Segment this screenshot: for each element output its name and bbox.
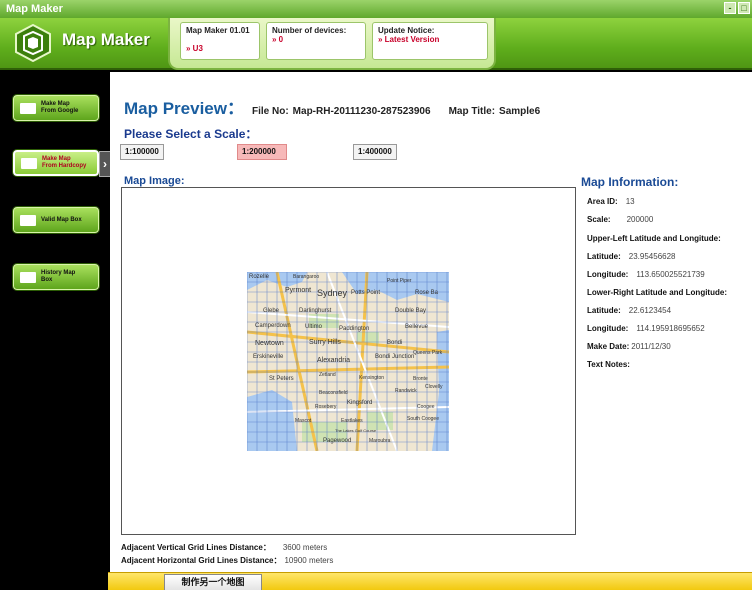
map-place-label: Beaconsfield bbox=[319, 390, 348, 396]
ul-longitude-row: Longitude: 113.650025521739 bbox=[587, 270, 705, 279]
upper-left-heading: Upper-Left Latitude and Longitude: bbox=[587, 234, 721, 243]
map-place-label: Pagewood bbox=[323, 438, 351, 444]
update-label: Update Notice: bbox=[378, 26, 435, 35]
sidebar-item-history-map-box[interactable]: History Map Box bbox=[13, 264, 99, 290]
maximize-button[interactable]: □ bbox=[738, 2, 750, 14]
map-place-label: Bronte bbox=[413, 376, 428, 382]
area-id-row: Area ID: 13 bbox=[587, 197, 635, 206]
map-place-label: Queens Park bbox=[413, 350, 443, 356]
version-label: Map Maker 01.01 bbox=[186, 26, 250, 35]
map-title-value: Sample6 bbox=[499, 106, 541, 117]
sidebar-item-label: Valid Map Box bbox=[41, 216, 82, 223]
devices-value: » 0 bbox=[272, 35, 284, 44]
map-place-label: Clovelly bbox=[425, 384, 443, 390]
map-place-label: Erskineville bbox=[253, 354, 284, 360]
map-place-label: Rosebery bbox=[315, 404, 337, 410]
version-value: » U3 bbox=[186, 44, 203, 53]
sidebar-item-make-map-from-hardcopy[interactable]: Make Map From Hardcopy bbox=[13, 150, 99, 176]
scale-select-title: Please Select a Scale： bbox=[124, 127, 258, 141]
map-place-label: Randwick bbox=[395, 388, 417, 394]
ul-latitude-row: Latitude: 23.95456628 bbox=[587, 252, 676, 261]
map-place-label: Rose Ba bbox=[415, 290, 439, 296]
map-place-label: Zetland bbox=[319, 372, 336, 378]
scale-button-400000[interactable]: 1:400000 bbox=[353, 144, 397, 160]
lr-longitude-row: Longitude: 114.195918695652 bbox=[587, 324, 705, 333]
map-place-label: Point Piper bbox=[387, 278, 412, 284]
footer-bar: 制作另一个地图 bbox=[108, 572, 752, 590]
horizontal-grid-distance: Adjacent Horizontal Grid Lines Distance：… bbox=[121, 556, 334, 565]
scale-button-200000[interactable]: 1:200000 bbox=[237, 144, 287, 160]
app-header: Map Maker Map Maker 01.01 » U3 Number of… bbox=[0, 18, 752, 70]
sidebar-item-label: Make Map From Hardcopy bbox=[42, 156, 87, 169]
update-box: Update Notice: » Latest Version bbox=[372, 22, 488, 60]
sidebar-item-label: Make Map From Google bbox=[41, 101, 79, 114]
devices-label: Number of devices: bbox=[272, 26, 347, 35]
title-bar: Map Maker - □ bbox=[0, 0, 752, 18]
scale-row: Scale: 200000 bbox=[587, 215, 654, 224]
folder-icon bbox=[20, 102, 36, 114]
sidebar-item-label: History Map Box bbox=[41, 270, 76, 283]
make-another-map-button[interactable]: 制作另一个地图 bbox=[164, 574, 262, 590]
map-place-label: Paddington bbox=[339, 326, 369, 332]
sidebar-item-make-map-from-google[interactable]: Make Map From Google bbox=[13, 95, 99, 121]
app-window: Map Maker - □ Map Maker Map Maker 01.01 … bbox=[0, 0, 752, 590]
page-title: Map Preview： bbox=[124, 99, 244, 118]
map-image[interactable]: Rozelle Barangaroo Point Piper Pyrmont Sydne… bbox=[247, 272, 449, 451]
app-logo-icon bbox=[15, 24, 51, 62]
info-bar: Map Maker 01.01 » U3 Number of devices: … bbox=[168, 18, 496, 70]
map-place-label: The Lakes Golf Course bbox=[335, 428, 377, 433]
map-place-label: Potts Point bbox=[351, 290, 380, 296]
vertical-grid-distance: Adjacent Vertical Grid Lines Distance： 36… bbox=[121, 543, 328, 552]
map-place-label: Rozelle bbox=[249, 274, 270, 280]
map-image-title: Map Image: bbox=[124, 175, 185, 187]
map-place-label: Pyrmont bbox=[285, 287, 311, 294]
lr-latitude-row: Latitude: 22.6123454 bbox=[587, 306, 672, 315]
sidebar: Make Map From Google Make Map From Hardcop… bbox=[0, 72, 108, 590]
file-no-value: Map-RH-20111230-287523906 bbox=[292, 106, 431, 117]
minimize-button[interactable]: - bbox=[724, 2, 736, 14]
main-panel: Map Preview： File No: Map-RH-20111230-28… bbox=[110, 72, 752, 572]
text-notes-row: Text Notes: bbox=[587, 360, 630, 369]
scale-button-100000[interactable]: 1:100000 bbox=[120, 144, 164, 160]
folder-icon bbox=[20, 271, 36, 283]
map-place-label: Glebe bbox=[263, 308, 280, 314]
map-place-label: Bondi bbox=[387, 340, 402, 346]
map-place-label: Maroubra bbox=[369, 438, 391, 444]
map-place-label: Ultimo bbox=[305, 324, 323, 330]
window-title: Map Maker bbox=[6, 3, 63, 15]
folder-icon bbox=[20, 214, 36, 226]
file-no-label: File No: bbox=[252, 106, 289, 117]
update-value[interactable]: » Latest Version bbox=[378, 35, 482, 44]
map-place-label: Mascot bbox=[295, 418, 312, 424]
map-place-label: Kingsford bbox=[347, 400, 372, 406]
map-place-label: Surry Hills bbox=[309, 339, 341, 346]
map-place-label: St Peters bbox=[269, 376, 294, 382]
map-place-label: Barangaroo bbox=[293, 274, 319, 280]
map-place-label: Double Bay bbox=[395, 308, 426, 314]
map-place-label: South Coogee bbox=[407, 416, 439, 422]
folder-icon bbox=[21, 157, 37, 169]
lower-right-heading: Lower-Right Latitude and Longitude: bbox=[587, 288, 727, 297]
app-name: Map Maker bbox=[62, 30, 150, 49]
map-place-label: Coogee bbox=[417, 404, 435, 410]
version-box: Map Maker 01.01 » U3 bbox=[180, 22, 260, 60]
map-place-label: Alexandria bbox=[317, 357, 350, 364]
map-place-label: Kensington bbox=[359, 375, 384, 381]
preview-header: Map Preview： File No: Map-RH-20111230-28… bbox=[124, 94, 540, 119]
map-place-label: Bellevue bbox=[405, 324, 429, 330]
map-place-label: Darlinghurst bbox=[299, 308, 332, 314]
map-image-frame: Rozelle Barangaroo Point Piper Pyrmont Sydne… bbox=[121, 187, 576, 535]
map-info-title: Map Information: bbox=[581, 175, 679, 189]
make-date-row: Make Date: 2011/12/30 bbox=[587, 342, 671, 351]
map-place-label: Camperdown bbox=[255, 323, 291, 329]
window-controls: - □ bbox=[724, 2, 750, 14]
sidebar-item-valid-map-box[interactable]: Valid Map Box bbox=[13, 207, 99, 233]
map-place-label: Sydney bbox=[317, 288, 348, 298]
map-place-label: Newtown bbox=[255, 340, 284, 347]
map-place-label: Bondi Junction bbox=[375, 354, 414, 360]
devices-box: Number of devices: » 0 bbox=[266, 22, 366, 60]
map-title-label: Map Title: bbox=[448, 106, 496, 117]
map-place-label: Eastlakes bbox=[341, 418, 363, 424]
